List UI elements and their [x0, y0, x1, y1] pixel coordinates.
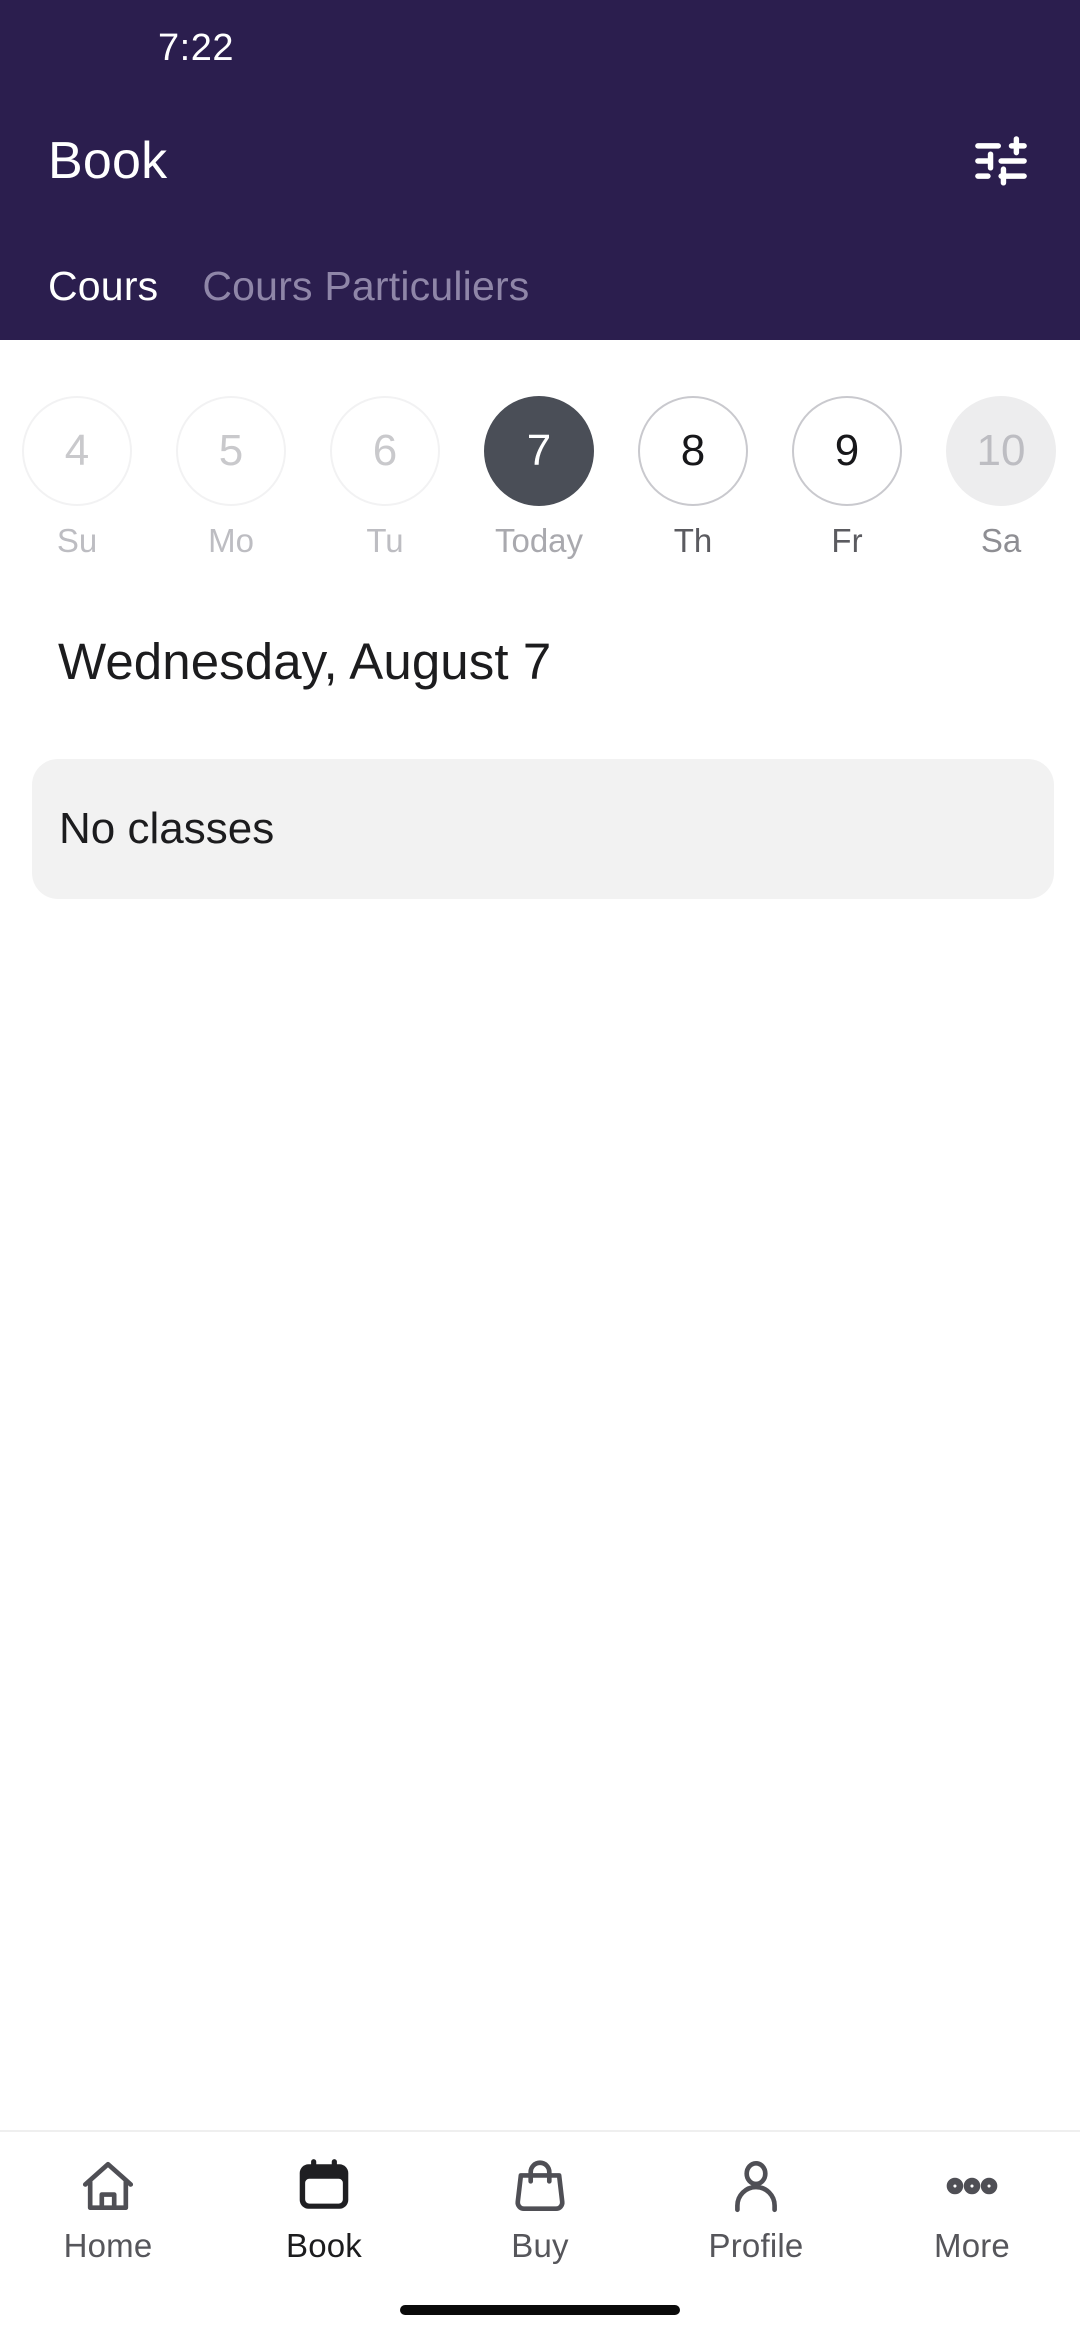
- date-chip-weekday: Sa: [980, 522, 1022, 559]
- date-chip-8[interactable]: 8 Th: [616, 396, 770, 560]
- nav-item-home[interactable]: Home: [0, 2147, 216, 2265]
- date-chip-7-today-selected[interactable]: 7 Today: [462, 396, 616, 560]
- date-chip-weekday: Fr: [831, 522, 863, 559]
- nav-label-more: More: [934, 2227, 1010, 2264]
- no-classes-text: No classes: [59, 804, 275, 853]
- page-title: Book: [48, 132, 168, 190]
- no-classes-card: No classes: [32, 759, 1054, 899]
- selected-date-heading: Wednesday, August 7: [58, 633, 552, 690]
- date-chip-number: 6: [330, 396, 440, 506]
- gesture-pill[interactable]: [400, 2305, 680, 2315]
- date-chip-weekday: Tu: [366, 522, 404, 559]
- filter-button[interactable]: [970, 130, 1032, 192]
- date-chip-weekday: Su: [56, 522, 98, 559]
- nav-label-home: Home: [63, 2227, 153, 2264]
- app-header: 7:22 Book Cours Cours Particuliers: [0, 0, 1080, 340]
- date-chip-weekday: Th: [673, 522, 713, 559]
- nav-label-buy: Buy: [511, 2227, 569, 2264]
- nav-item-more[interactable]: More: [864, 2147, 1080, 2265]
- tune-icon: [975, 136, 1027, 186]
- bottom-navigation-bar: Home Book Buy Profile More: [0, 2130, 1080, 2280]
- nav-label-profile: Profile: [708, 2227, 804, 2264]
- date-strip[interactable]: 4 Su 5 Mo 6 Tu 7 Today 8 Th 9 Fr 10 Sa: [0, 340, 1080, 560]
- nav-item-buy[interactable]: Buy: [432, 2147, 648, 2265]
- nav-item-profile[interactable]: Profile: [648, 2147, 864, 2265]
- app-bar-actions: [970, 130, 1032, 192]
- tab-cours-particuliers[interactable]: Cours Particuliers: [180, 263, 551, 340]
- status-bar-time: 7:22: [158, 26, 234, 69]
- date-chip-number: 8: [638, 396, 748, 506]
- home-icon: [82, 2161, 134, 2211]
- date-chip-number: 9: [792, 396, 902, 506]
- ellipsis-icon: [946, 2177, 998, 2195]
- nav-item-book[interactable]: Book: [216, 2147, 432, 2265]
- bag-icon: [515, 2160, 565, 2212]
- date-chip-5[interactable]: 5 Mo: [154, 396, 308, 560]
- date-chip-10[interactable]: 10 Sa: [924, 396, 1078, 560]
- date-chip-number: 4: [22, 396, 132, 506]
- main-content: 4 Su 5 Mo 6 Tu 7 Today 8 Th 9 Fr 10 Sa W…: [0, 340, 1080, 2130]
- nav-label-book: Book: [285, 2227, 363, 2264]
- date-chip-number: 10: [946, 396, 1056, 506]
- date-chip-weekday: Today: [494, 522, 584, 559]
- date-chip-6[interactable]: 6 Tu: [308, 396, 462, 560]
- tab-cours[interactable]: Cours: [26, 263, 180, 340]
- status-bar: 7:22: [0, 0, 1080, 96]
- date-chip-weekday: Mo: [208, 522, 254, 559]
- person-icon: [735, 2160, 777, 2213]
- date-chip-number: 7: [484, 396, 594, 506]
- app-screen: 7:22 Book Cours Cours Particuliers 4 Su …: [0, 0, 1080, 2340]
- date-chip-number: 5: [176, 396, 286, 506]
- date-chip-4[interactable]: 4 Su: [0, 396, 154, 560]
- calendar-icon: [299, 2159, 349, 2209]
- tab-bar: Cours Cours Particuliers: [0, 226, 1080, 340]
- gesture-navigation-bar: [0, 2280, 1080, 2340]
- app-bar: Book: [0, 96, 1080, 226]
- date-chip-9[interactable]: 9 Fr: [770, 396, 924, 560]
